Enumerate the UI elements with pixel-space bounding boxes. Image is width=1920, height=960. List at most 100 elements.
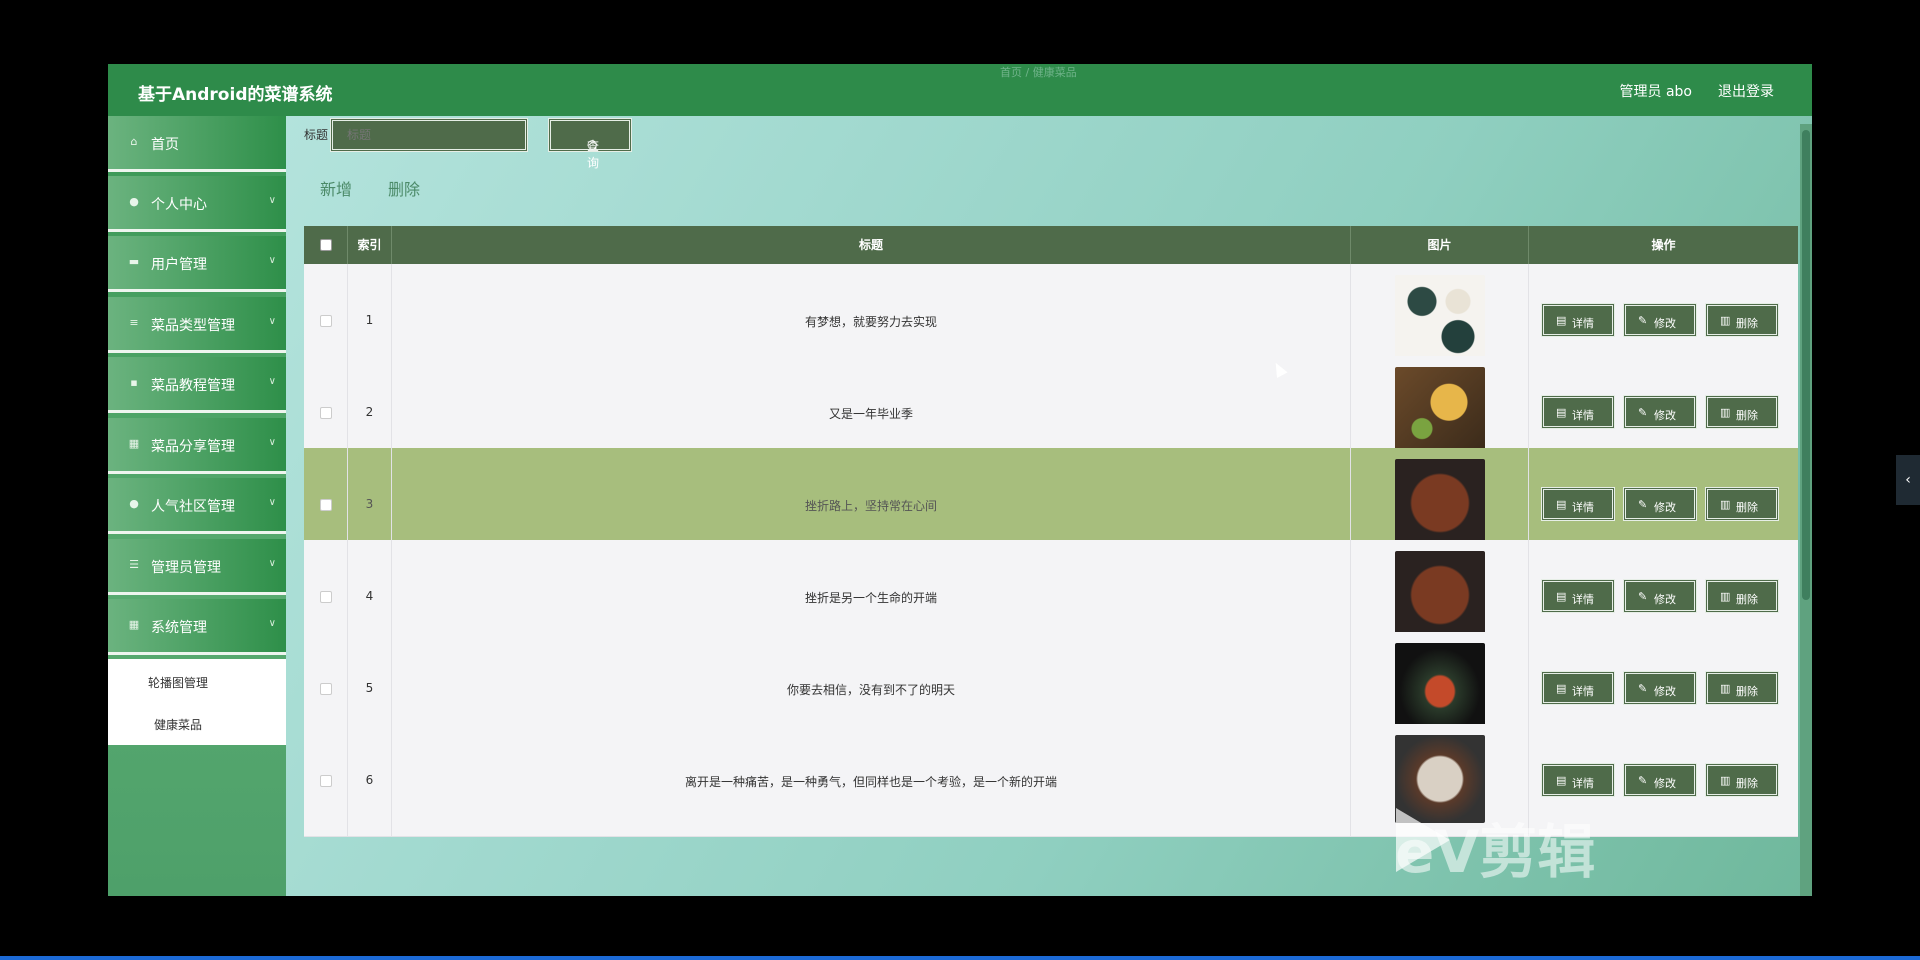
delete-button-label: 删除 bbox=[1736, 501, 1758, 514]
trash-icon: ▥ bbox=[1720, 590, 1731, 603]
sidebar-item-personal-center[interactable]: ● 个人中心 ∨ bbox=[108, 176, 286, 232]
current-user: 管理员 abo bbox=[1619, 84, 1692, 100]
detail-button-label: 详情 bbox=[1572, 317, 1594, 330]
detail-button[interactable]: ▤ 详情 bbox=[1541, 303, 1615, 337]
sidebar-item-label: 用户管理 bbox=[151, 257, 207, 273]
edit-button-label: 修改 bbox=[1654, 777, 1676, 790]
sidebar-item-dish-share-management[interactable]: ▦ 菜品分享管理 ∨ bbox=[108, 418, 286, 474]
detail-button[interactable]: ▤ 详情 bbox=[1541, 395, 1615, 429]
detail-button-label: 详情 bbox=[1572, 409, 1594, 422]
row-index: 2 bbox=[365, 405, 374, 419]
edit-icon: ✎ bbox=[1638, 590, 1648, 603]
watermark: eV剪辑 bbox=[1395, 818, 1596, 886]
submenu-item-healthy-dishes[interactable]: 健康菜品 bbox=[108, 703, 286, 743]
edit-button[interactable]: ✎ 修改 bbox=[1623, 395, 1697, 429]
document-icon: ▤ bbox=[1556, 498, 1567, 511]
document-icon: ▤ bbox=[1556, 406, 1567, 419]
delete-button-label: 删除 bbox=[1736, 409, 1758, 422]
edit-button[interactable]: ✎ 修改 bbox=[1623, 671, 1697, 705]
detail-button[interactable]: ▤ 详情 bbox=[1541, 579, 1615, 613]
add-button[interactable]: 新增 bbox=[320, 176, 352, 200]
search-button[interactable]: 查询 ○ bbox=[548, 118, 632, 170]
column-header-actions: 操作 bbox=[1651, 238, 1676, 252]
trash-icon: ▥ bbox=[1720, 682, 1731, 695]
detail-button-label: 详情 bbox=[1572, 777, 1594, 790]
user-icon: ● bbox=[129, 195, 139, 208]
sidebar-item-dish-tutorial-management[interactable]: ▪ 菜品教程管理 ∨ bbox=[108, 357, 286, 413]
logout-link[interactable]: 退出登录 bbox=[1718, 81, 1774, 101]
delete-button[interactable]: ▥ 删除 bbox=[1705, 763, 1779, 797]
trash-icon: ▥ bbox=[1720, 774, 1731, 787]
row-checkbox-cell bbox=[304, 724, 348, 837]
select-all-checkbox[interactable] bbox=[320, 239, 332, 251]
dish-thumbnail[interactable] bbox=[1395, 367, 1485, 455]
column-header-index: 索引 bbox=[348, 226, 392, 264]
home-icon: ⌂ bbox=[130, 135, 138, 148]
edit-icon: ✎ bbox=[1638, 774, 1648, 787]
app-window: 基于Android的菜谱系统 首页 / 健康菜品 管理员 abo 退出登录 ⌂ … bbox=[108, 64, 1812, 896]
search-input[interactable] bbox=[330, 118, 528, 152]
delete-button[interactable]: ▥ 删除 bbox=[1705, 579, 1779, 613]
dish-thumbnail[interactable] bbox=[1395, 643, 1485, 731]
batch-delete-button[interactable]: 删除 bbox=[388, 176, 420, 200]
sidebar-item-label: 管理员管理 bbox=[151, 560, 221, 576]
edit-icon: ✎ bbox=[1638, 682, 1648, 695]
monitor-icon: ▬ bbox=[128, 255, 140, 268]
delete-button[interactable]: ▥ 删除 bbox=[1705, 487, 1779, 521]
top-bar: 基于Android的菜谱系统 首页 / 健康菜品 管理员 abo 退出登录 bbox=[108, 64, 1812, 116]
sidebar-item-system-management[interactable]: ▦ 系统管理 ∨ bbox=[108, 599, 286, 655]
scrollbar-thumb[interactable] bbox=[1802, 130, 1810, 600]
row-checkbox[interactable] bbox=[320, 775, 332, 787]
sidebar-item-community-management[interactable]: ● 人气社区管理 ∨ bbox=[108, 478, 286, 534]
chevron-left-icon[interactable]: ‹ bbox=[1896, 455, 1920, 505]
book-icon: ▪ bbox=[130, 376, 138, 389]
detail-button[interactable]: ▤ 详情 bbox=[1541, 763, 1615, 797]
taskbar-line bbox=[0, 956, 1920, 960]
chevron-down-icon: ∨ bbox=[268, 497, 276, 508]
chevron-down-icon: ∨ bbox=[268, 316, 276, 327]
dish-thumbnail[interactable] bbox=[1395, 275, 1485, 363]
row-title: 离开是一种痛苦，是一种勇气，但同样也是一个考验，是一个新的开端 bbox=[684, 775, 1057, 789]
row-checkbox[interactable] bbox=[320, 315, 332, 327]
delete-button[interactable]: ▥ 删除 bbox=[1705, 671, 1779, 705]
edit-icon: ✎ bbox=[1638, 498, 1648, 511]
submenu-item-carousel[interactable]: 轮播图管理 bbox=[108, 661, 286, 701]
row-index: 6 bbox=[365, 773, 374, 787]
row-title: 又是一年毕业季 bbox=[828, 407, 913, 421]
trash-icon: ▥ bbox=[1720, 406, 1731, 419]
data-table: 索引 标题 图片 操作 1 有梦想，就要努力去实现 ▤ 详情 ✎ 修改 ▥ 删除… bbox=[304, 226, 1798, 896]
sidebar-item-label: 首页 bbox=[151, 137, 179, 153]
row-checkbox[interactable] bbox=[320, 499, 332, 511]
grid-icon: ▦ bbox=[128, 437, 140, 450]
column-header-image: 图片 bbox=[1351, 226, 1529, 264]
sidebar-item-dish-type-management[interactable]: ≡ 菜品类型管理 ∨ bbox=[108, 297, 286, 353]
sidebar-item-label: 菜品教程管理 bbox=[151, 378, 235, 394]
detail-button[interactable]: ▤ 详情 bbox=[1541, 487, 1615, 521]
edit-button[interactable]: ✎ 修改 bbox=[1623, 763, 1697, 797]
edit-icon: ✎ bbox=[1638, 406, 1648, 419]
breadcrumb: 首页 / 健康菜品 bbox=[1000, 66, 1077, 79]
sidebar-item-home[interactable]: ⌂ 首页 bbox=[108, 116, 286, 172]
document-icon: ▤ bbox=[1556, 590, 1567, 603]
row-checkbox[interactable] bbox=[320, 683, 332, 695]
sidebar-item-user-management[interactable]: ▬ 用户管理 ∨ bbox=[108, 236, 286, 292]
row-index: 1 bbox=[365, 313, 374, 327]
delete-button[interactable]: ▥ 删除 bbox=[1705, 395, 1779, 429]
sidebar-item-admin-management[interactable]: ☰ 管理员管理 ∨ bbox=[108, 539, 286, 595]
edit-button[interactable]: ✎ 修改 bbox=[1623, 487, 1697, 521]
detail-button[interactable]: ▤ 详情 bbox=[1541, 671, 1615, 705]
edit-button[interactable]: ✎ 修改 bbox=[1623, 579, 1697, 613]
dish-thumbnail[interactable] bbox=[1395, 459, 1485, 547]
row-checkbox[interactable] bbox=[320, 591, 332, 603]
edit-button[interactable]: ✎ 修改 bbox=[1623, 303, 1697, 337]
row-checkbox[interactable] bbox=[320, 407, 332, 419]
dish-thumbnail[interactable] bbox=[1395, 551, 1485, 639]
sidebar-item-label: 菜品类型管理 bbox=[151, 318, 235, 334]
search-label: 标题 bbox=[304, 128, 329, 142]
row-title: 你要去相信，没有到不了的明天 bbox=[786, 683, 955, 697]
delete-button[interactable]: ▥ 删除 bbox=[1705, 303, 1779, 337]
sidebar-item-label: 系统管理 bbox=[151, 620, 207, 636]
list-icon: ≡ bbox=[129, 316, 139, 329]
sidebar-item-label: 人气社区管理 bbox=[151, 499, 235, 515]
detail-button-label: 详情 bbox=[1572, 593, 1594, 606]
